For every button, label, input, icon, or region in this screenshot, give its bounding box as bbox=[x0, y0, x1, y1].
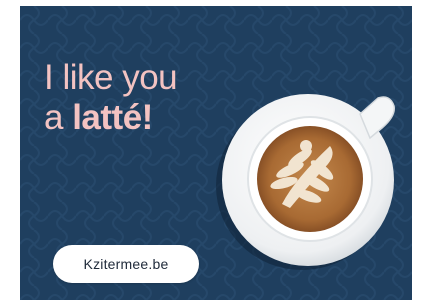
ad-banner: I like you a latté! Kzitermee.be bbox=[20, 6, 412, 300]
website-button[interactable]: Kzitermee.be bbox=[53, 245, 199, 283]
headline-line-2-emphasis: latté! bbox=[72, 98, 153, 137]
headline: I like you a latté! bbox=[44, 58, 178, 138]
latte-cup-icon bbox=[216, 94, 395, 270]
headline-line-2-prefix: a bbox=[44, 98, 73, 137]
headline-line-2: a latté! bbox=[44, 98, 177, 138]
headline-line-1: I like you bbox=[44, 58, 178, 97]
